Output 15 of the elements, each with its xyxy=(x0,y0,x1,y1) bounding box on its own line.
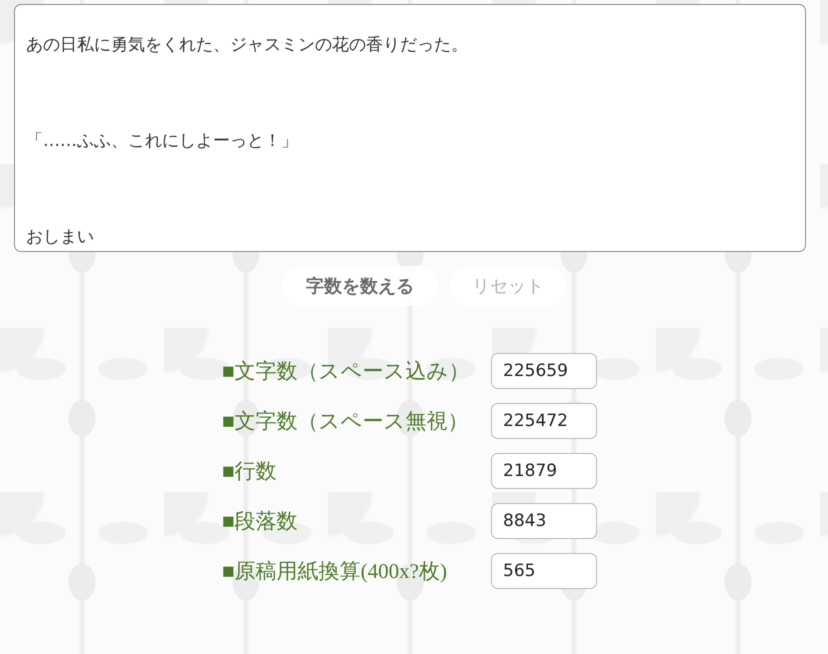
text-line: あの日私に勇気をくれた、ジャスミンの花の香りだった。 xyxy=(26,34,468,57)
stat-label: ■原稿用紙換算(400x?枚) xyxy=(222,558,447,585)
count-field[interactable]: 225472 xyxy=(491,403,597,439)
count-field[interactable]: 225659 xyxy=(491,353,597,389)
stat-label: ■段落数 xyxy=(222,508,298,535)
count-field[interactable]: 565 xyxy=(491,553,597,589)
text-line: 「……ふふ、これにしよーっと！」 xyxy=(26,130,298,153)
count-field[interactable]: 8843 xyxy=(491,503,597,539)
stat-label: ■行数 xyxy=(222,458,277,485)
stat-label: ■文字数（スペース込み） xyxy=(222,358,470,385)
stat-label: ■文字数（スペース無視） xyxy=(222,408,469,435)
count-field[interactable]: 21879 xyxy=(491,453,597,489)
text-line: おしまい xyxy=(26,226,94,249)
count-button[interactable]: 字数を数える xyxy=(282,266,438,306)
text-area[interactable]: あの日私に勇気をくれた、ジャスミンの花の香りだった。 「……ふふ、これにしよーっと！」 おしまい xyxy=(14,4,806,252)
